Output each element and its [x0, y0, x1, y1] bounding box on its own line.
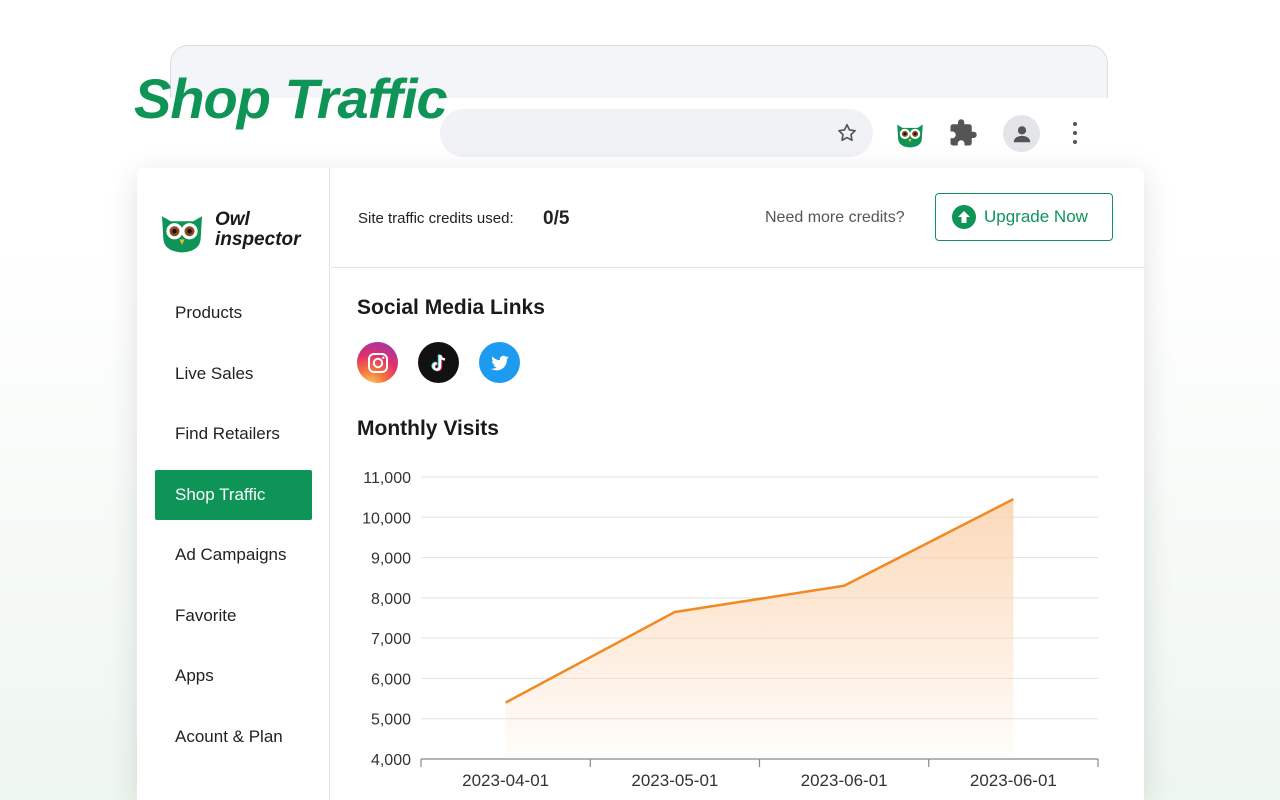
sidebar-item-account-plan[interactable]: Acount & Plan — [155, 712, 312, 762]
y-tick-label: 10,000 — [362, 510, 411, 527]
monthly-visits-title: Monthly Visits — [357, 417, 499, 440]
y-tick-label: 6,000 — [371, 671, 411, 688]
sidebar-item-live-sales[interactable]: Live Sales — [155, 349, 312, 399]
sidebar: Owl inspector Products Live Sales Find R… — [137, 168, 330, 800]
credits-value: 0/5 — [543, 208, 570, 229]
need-more-credits-text: Need more credits? — [765, 209, 905, 226]
brand-name-line2: inspector — [215, 229, 301, 250]
sidebar-item-find-retailers[interactable]: Find Retailers — [155, 409, 312, 459]
credits-label: Site traffic credits used: — [358, 210, 514, 227]
sidebar-item-favorite[interactable]: Favorite — [155, 591, 312, 641]
y-tick-label: 7,000 — [371, 631, 411, 648]
social-links — [357, 342, 520, 383]
x-tick-label: 2023-06-01 — [970, 771, 1057, 790]
sidebar-item-ad-campaigns[interactable]: Ad Campaigns — [155, 530, 312, 580]
owl-logo-icon — [162, 216, 202, 253]
tiktok-icon[interactable] — [418, 342, 459, 383]
more-vert-icon[interactable] — [1064, 118, 1086, 148]
upgrade-now-label: Upgrade Now — [984, 207, 1088, 226]
sidebar-nav: Products Live Sales Find Retailers Shop … — [155, 288, 312, 772]
y-tick-label: 8,000 — [371, 591, 411, 608]
instagram-icon[interactable] — [357, 342, 398, 383]
x-tick-label: 2023-05-01 — [631, 771, 718, 790]
profile-icon[interactable] — [1003, 115, 1040, 152]
monthly-visits-chart: 4,000 5,000 6,000 7,000 8,000 9,000 10,000 11,0… — [331, 453, 1144, 800]
chart-svg: 4,000 5,000 6,000 7,000 8,000 9,000 10,000 11,0… — [362, 470, 1099, 790]
puzzle-icon[interactable] — [948, 118, 980, 150]
star-icon[interactable] — [833, 119, 861, 147]
sidebar-item-shop-traffic[interactable]: Shop Traffic — [155, 469, 312, 520]
sidebar-item-apps[interactable]: Apps — [155, 651, 312, 701]
address-bar[interactable] — [440, 109, 873, 157]
x-tick-label: 2023-04-01 — [462, 771, 549, 790]
brand-name-line1: Owl — [215, 209, 250, 230]
credits-bar: Site traffic credits used: 0/5 Need more… — [331, 168, 1144, 268]
hero-title: Shop Traffic — [134, 67, 448, 130]
y-tick-label: 11,000 — [363, 470, 411, 487]
owl-extension-icon[interactable] — [893, 116, 927, 150]
upgrade-arrow-icon — [952, 205, 976, 229]
upgrade-now-button[interactable]: Upgrade Now — [935, 193, 1113, 241]
brand-logo: Owl inspector — [157, 205, 301, 255]
sidebar-item-products[interactable]: Products — [155, 288, 312, 338]
twitter-icon[interactable] — [479, 342, 520, 383]
y-tick-label: 4,000 — [371, 752, 411, 769]
x-tick-label: 2023-06-01 — [801, 771, 888, 790]
y-tick-label: 5,000 — [371, 712, 411, 729]
y-tick-label: 9,000 — [371, 551, 411, 568]
social-media-title: Social Media Links — [357, 296, 545, 319]
extension-panel: Owl inspector Products Live Sales Find R… — [137, 168, 1144, 800]
